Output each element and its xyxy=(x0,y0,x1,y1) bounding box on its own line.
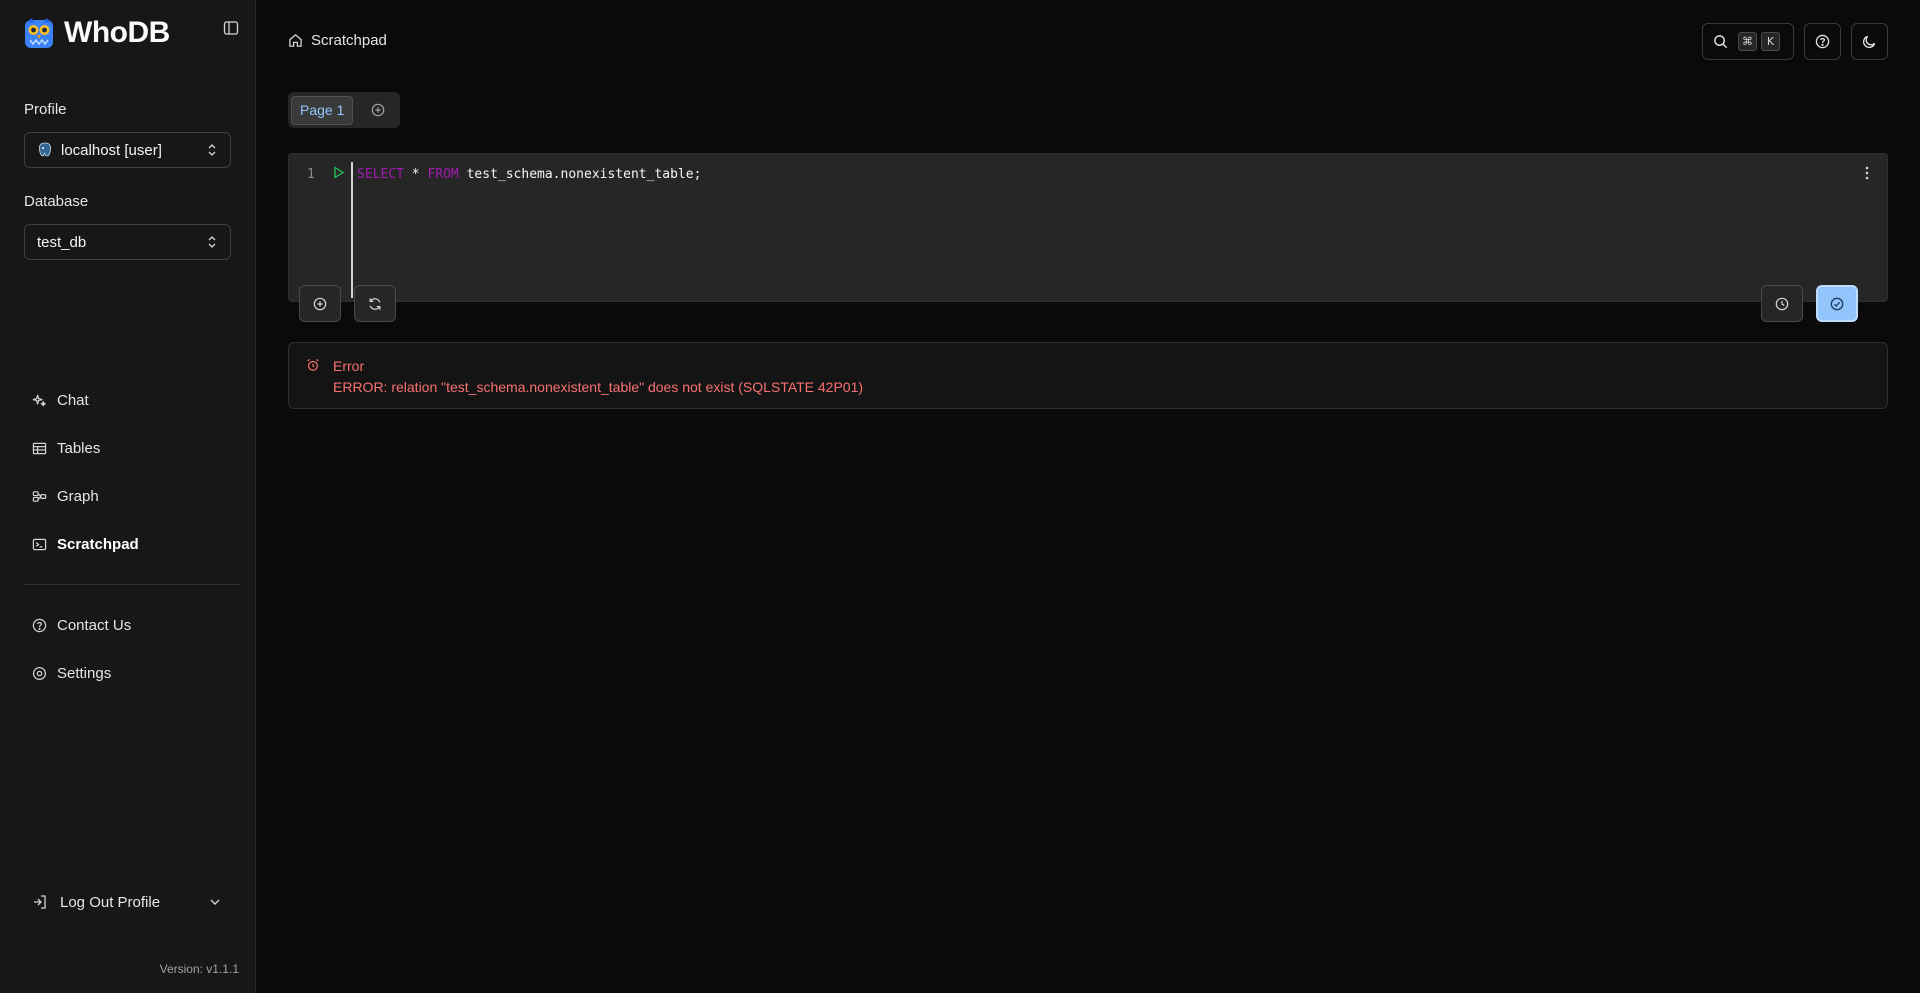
more-options-icon[interactable] xyxy=(1865,166,1869,180)
brand-name: WhoDB xyxy=(64,16,170,49)
logout-icon xyxy=(34,895,46,909)
kbd-k: K xyxy=(1761,32,1780,51)
page-tabs: Page 1 xyxy=(288,92,400,128)
breadcrumb: Scratchpad xyxy=(288,32,387,49)
postgres-icon xyxy=(38,142,52,157)
sql-editor[interactable]: 1 SELECT * FROM test_schema.nonexistent_… xyxy=(288,153,1888,302)
search-icon xyxy=(1714,35,1728,49)
owl-logo-icon xyxy=(25,18,53,48)
sql-code-line[interactable]: SELECT * FROM test_schema.nonexistent_ta… xyxy=(357,167,701,182)
main-content: Scratchpad ⌘ K Page 1 1 SELECT * FROM te… xyxy=(256,0,1920,993)
profile-label: Profile xyxy=(24,101,67,118)
database-label: Database xyxy=(24,193,89,210)
sidebar: WhoDB Profile localhost [user] Database … xyxy=(0,0,256,993)
secondary-nav: Contact Us Settings xyxy=(24,601,240,697)
database-select[interactable]: test_db xyxy=(24,224,231,260)
nav-label-settings: Settings xyxy=(57,664,112,682)
plus-circle-icon xyxy=(371,103,385,117)
version-label: Version: v1.1.1 xyxy=(159,962,239,976)
sparkles-icon xyxy=(32,394,46,406)
settings-icon xyxy=(32,666,47,680)
refresh-icon xyxy=(369,297,381,310)
run-query-button[interactable] xyxy=(1816,285,1858,322)
add-cell-button[interactable] xyxy=(299,285,341,322)
command-search-button[interactable]: ⌘ K xyxy=(1702,23,1794,60)
error-title: Error xyxy=(333,358,365,374)
nav-label-tables: Tables xyxy=(57,439,101,457)
check-circle-icon xyxy=(1830,297,1844,310)
graph-icon xyxy=(32,490,47,502)
home-icon[interactable] xyxy=(288,33,303,48)
alarm-icon xyxy=(307,358,319,371)
table-icon xyxy=(32,442,47,454)
run-line-icon[interactable] xyxy=(333,166,345,179)
history-button[interactable] xyxy=(1761,285,1803,322)
shortcut-keys: ⌘ K xyxy=(1738,32,1780,51)
help-circle-icon xyxy=(32,618,47,632)
select-star: * xyxy=(411,167,420,182)
sidebar-toggle-button[interactable] xyxy=(223,20,243,40)
nav-item-graph[interactable]: Graph xyxy=(24,472,240,520)
theme-toggle-button[interactable] xyxy=(1851,23,1888,60)
database-select-value: test_db xyxy=(37,233,87,251)
main-nav: Chat Tables Graph Scratchpad xyxy=(24,376,240,568)
nav-label-contact-us: Contact Us xyxy=(57,616,132,634)
nav-divider xyxy=(24,584,240,585)
table-reference: test_schema.nonexistent_table; xyxy=(466,167,702,182)
logout-label: Log Out Profile xyxy=(60,893,161,911)
nav-item-contact-us[interactable]: Contact Us xyxy=(24,601,240,649)
logout-profile-button[interactable]: Log Out Profile xyxy=(32,890,222,914)
chevron-down-icon xyxy=(210,899,220,905)
plus-circle-icon xyxy=(313,297,327,310)
profile-select[interactable]: localhost [user] xyxy=(24,132,231,168)
brand: WhoDB xyxy=(24,16,170,50)
kbd-command: ⌘ xyxy=(1738,32,1757,51)
nav-label-graph: Graph xyxy=(57,487,99,505)
error-message: ERROR: relation "test_schema.nonexistent… xyxy=(333,379,864,395)
error-alert: Error ERROR: relation "test_schema.nonex… xyxy=(288,342,1888,409)
nav-item-tables[interactable]: Tables xyxy=(24,424,240,472)
editor-gutter-line xyxy=(351,162,353,298)
refresh-button[interactable] xyxy=(354,285,396,322)
breadcrumb-current: Scratchpad xyxy=(311,32,387,49)
line-number: 1 xyxy=(307,167,315,182)
nav-item-chat[interactable]: Chat xyxy=(24,376,240,424)
profile-select-value: localhost [user] xyxy=(61,141,162,159)
clock-icon xyxy=(1775,297,1789,310)
top-actions: ⌘ K xyxy=(1702,23,1888,60)
sidebar-toggle-icon xyxy=(223,21,239,35)
app: WhoDB Profile localhost [user] Database … xyxy=(0,0,1920,993)
add-page-button[interactable] xyxy=(363,96,392,125)
tab-page-1[interactable]: Page 1 xyxy=(291,95,354,125)
help-circle-icon xyxy=(1815,34,1830,49)
nav-label-scratchpad: Scratchpad xyxy=(57,535,139,553)
keyword-from: FROM xyxy=(427,167,459,182)
nav-label-chat: Chat xyxy=(57,391,89,409)
help-button[interactable] xyxy=(1804,23,1841,60)
chevron-up-down-icon xyxy=(208,236,216,248)
keyword-select: SELECT xyxy=(357,167,404,182)
chevron-up-down-icon xyxy=(208,144,216,156)
nav-item-scratchpad[interactable]: Scratchpad xyxy=(24,520,240,568)
moon-icon xyxy=(1863,35,1876,48)
nav-item-settings[interactable]: Settings xyxy=(24,649,240,697)
terminal-icon xyxy=(32,538,47,550)
